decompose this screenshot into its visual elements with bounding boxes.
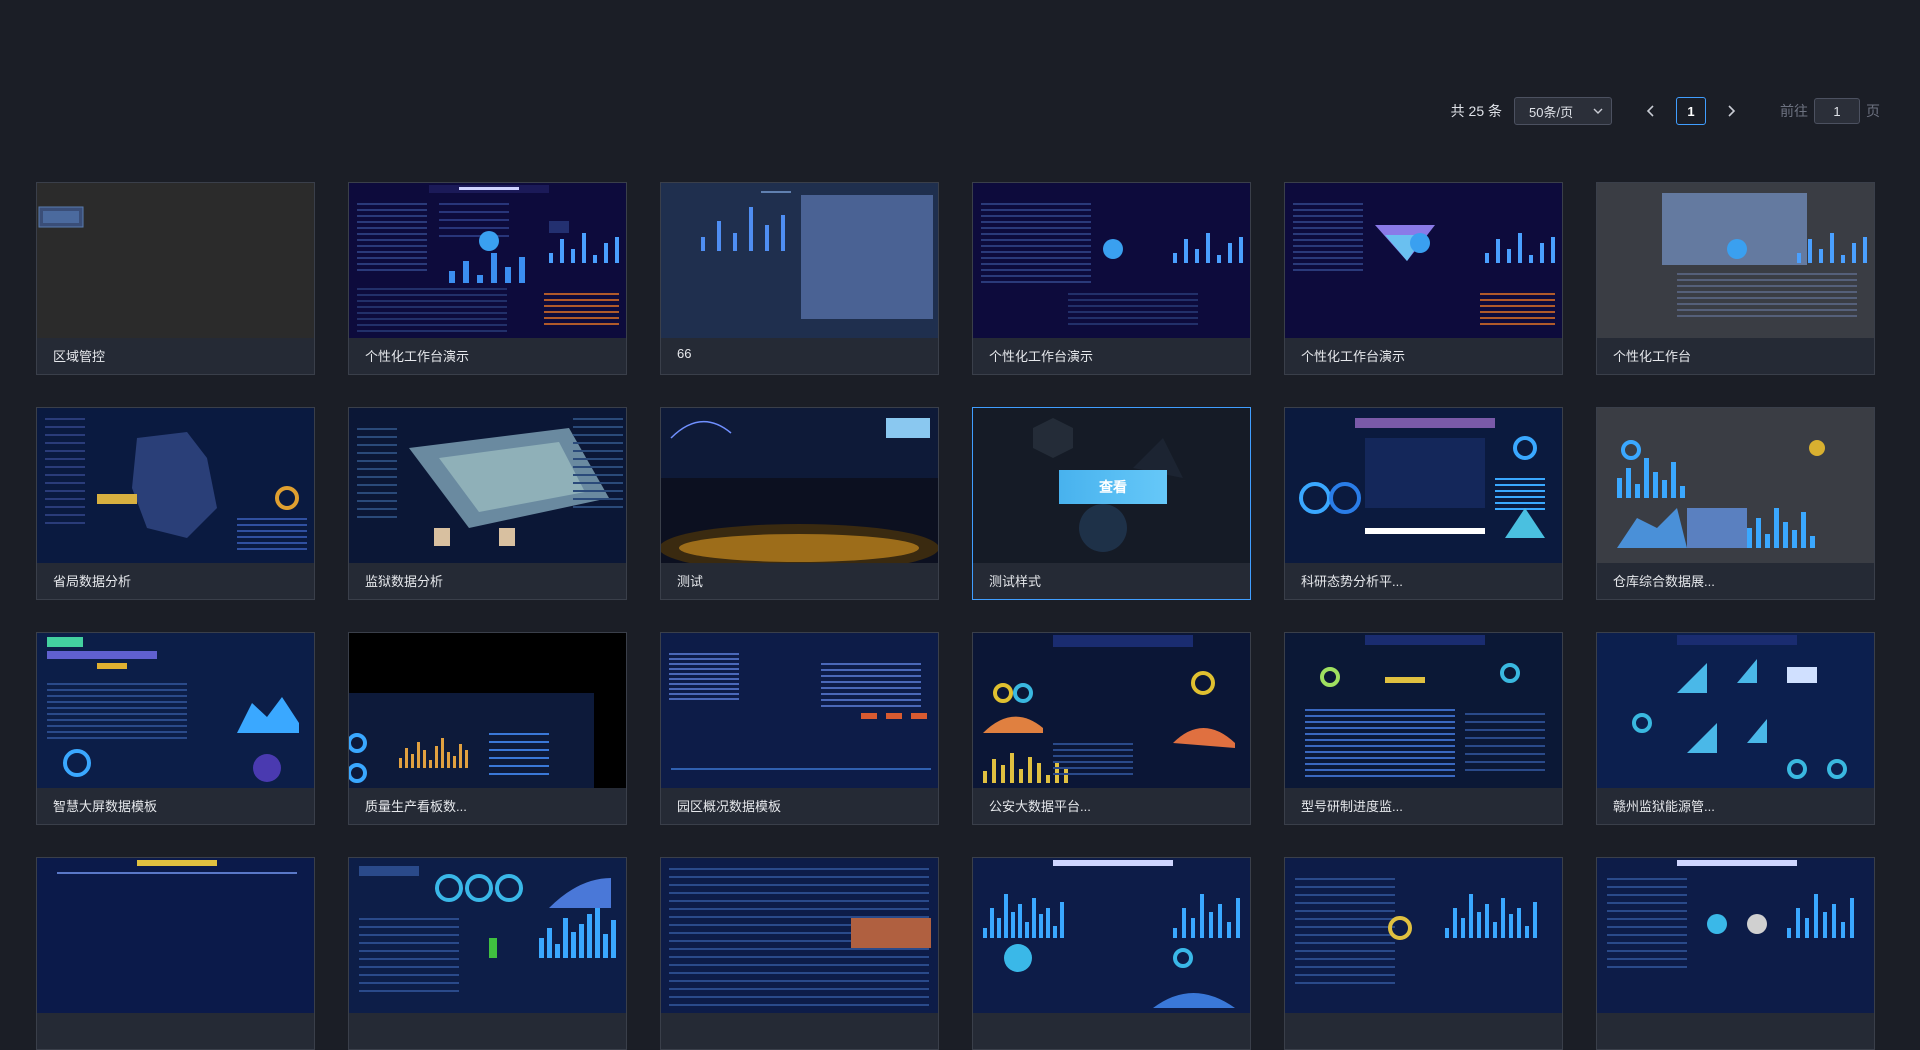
prev-page-button[interactable] (1636, 97, 1666, 125)
total-count: 共 25 条 (1450, 103, 1502, 119)
template-card[interactable]: 型号研制进度监... (1284, 632, 1563, 825)
page-size-value: 50条/页 (1529, 104, 1574, 120)
template-card[interactable]: 智慧大屏数据模板 (36, 632, 315, 825)
template-card[interactable] (36, 857, 315, 1050)
template-title: 仓库综合数据展... (1613, 574, 1715, 589)
template-thumbnail[interactable] (37, 633, 314, 788)
template-title: 公安大数据平台... (989, 799, 1091, 814)
template-card[interactable]: 66 (660, 182, 939, 375)
template-title: 区域管控 (53, 349, 106, 364)
template-card[interactable] (1284, 857, 1563, 1050)
template-thumbnail[interactable] (973, 183, 1250, 338)
template-card[interactable]: 个性化工作台 (1596, 182, 1875, 375)
template-card[interactable]: 科研态势分析平... (1284, 407, 1563, 600)
template-card[interactable] (348, 857, 627, 1050)
template-title: 测试样式 (989, 574, 1042, 589)
template-thumbnail[interactable] (973, 858, 1250, 1013)
chevron-left-icon (1646, 105, 1654, 117)
template-thumbnail[interactable] (349, 408, 626, 563)
template-thumbnail[interactable] (37, 183, 314, 338)
template-thumbnail[interactable] (37, 408, 314, 563)
template-thumbnail[interactable] (349, 633, 626, 788)
template-thumbnail[interactable] (1597, 858, 1874, 1013)
template-card[interactable]: 仓库综合数据展... (1596, 407, 1875, 600)
template-title: 个性化工作台演示 (1301, 349, 1406, 364)
page-number-current[interactable]: 1 (1676, 97, 1706, 125)
template-card[interactable]: 省局数据分析 (36, 407, 315, 600)
template-card[interactable]: 个性化工作台演示 (1284, 182, 1563, 375)
template-thumbnail[interactable] (661, 858, 938, 1013)
template-card[interactable]: 测试 (660, 407, 939, 600)
template-title: 个性化工作台 (1613, 349, 1692, 364)
template-thumbnail[interactable] (973, 633, 1250, 788)
template-thumbnail[interactable]: 查看 (973, 408, 1250, 563)
template-card[interactable]: 监狱数据分析 (348, 407, 627, 600)
template-thumbnail[interactable] (661, 408, 938, 563)
template-card[interactable]: 赣州监狱能源管... (1596, 632, 1875, 825)
template-title: 科研态势分析平... (1301, 574, 1403, 589)
template-thumbnail[interactable] (1597, 633, 1874, 788)
template-card[interactable]: 个性化工作台演示 (348, 182, 627, 375)
template-card[interactable]: 查看测试样式 (972, 407, 1251, 600)
template-card[interactable]: 个性化工作台演示 (972, 182, 1251, 375)
template-title: 测试 (677, 574, 704, 589)
goto-label: 前往 (1780, 103, 1808, 119)
template-title: 智慧大屏数据模板 (53, 799, 158, 814)
view-button[interactable]: 查看 (1059, 470, 1167, 504)
template-title: 66 (677, 346, 692, 361)
template-title: 省局数据分析 (53, 574, 132, 589)
template-card[interactable]: 园区概况数据模板 (660, 632, 939, 825)
page-size-select[interactable]: 50条/页 (1514, 97, 1612, 125)
template-title: 个性化工作台演示 (989, 349, 1094, 364)
template-card[interactable]: 区域管控 (36, 182, 315, 375)
template-thumbnail[interactable] (349, 183, 626, 338)
template-title: 赣州监狱能源管... (1613, 799, 1715, 814)
template-thumbnail[interactable] (661, 183, 938, 338)
template-thumbnail[interactable] (1597, 183, 1874, 338)
chevron-down-icon (1593, 104, 1603, 119)
goto-unit: 页 (1866, 103, 1880, 119)
template-card[interactable] (1596, 857, 1875, 1050)
template-thumbnail[interactable] (1285, 408, 1562, 563)
template-title: 园区概况数据模板 (677, 799, 782, 814)
template-thumbnail[interactable] (349, 858, 626, 1013)
template-thumbnail[interactable] (1285, 183, 1562, 338)
template-thumbnail[interactable] (661, 633, 938, 788)
chevron-right-icon (1728, 105, 1736, 117)
template-thumbnail[interactable] (1597, 408, 1874, 563)
template-thumbnail[interactable] (1285, 858, 1562, 1013)
goto-page-input[interactable] (1814, 98, 1860, 124)
template-thumbnail[interactable] (1285, 633, 1562, 788)
template-title: 个性化工作台演示 (365, 349, 470, 364)
template-title: 质量生产看板数... (365, 799, 467, 814)
template-card[interactable]: 公安大数据平台... (972, 632, 1251, 825)
pagination: 共 25 条 50条/页 1 前往 页 (1451, 96, 1880, 126)
template-thumbnail[interactable] (37, 858, 314, 1013)
template-card[interactable] (660, 857, 939, 1050)
template-card[interactable]: 质量生产看板数... (348, 632, 627, 825)
template-card[interactable] (972, 857, 1251, 1050)
template-title: 型号研制进度监... (1301, 799, 1403, 814)
template-title: 监狱数据分析 (365, 574, 444, 589)
next-page-button[interactable] (1716, 97, 1746, 125)
